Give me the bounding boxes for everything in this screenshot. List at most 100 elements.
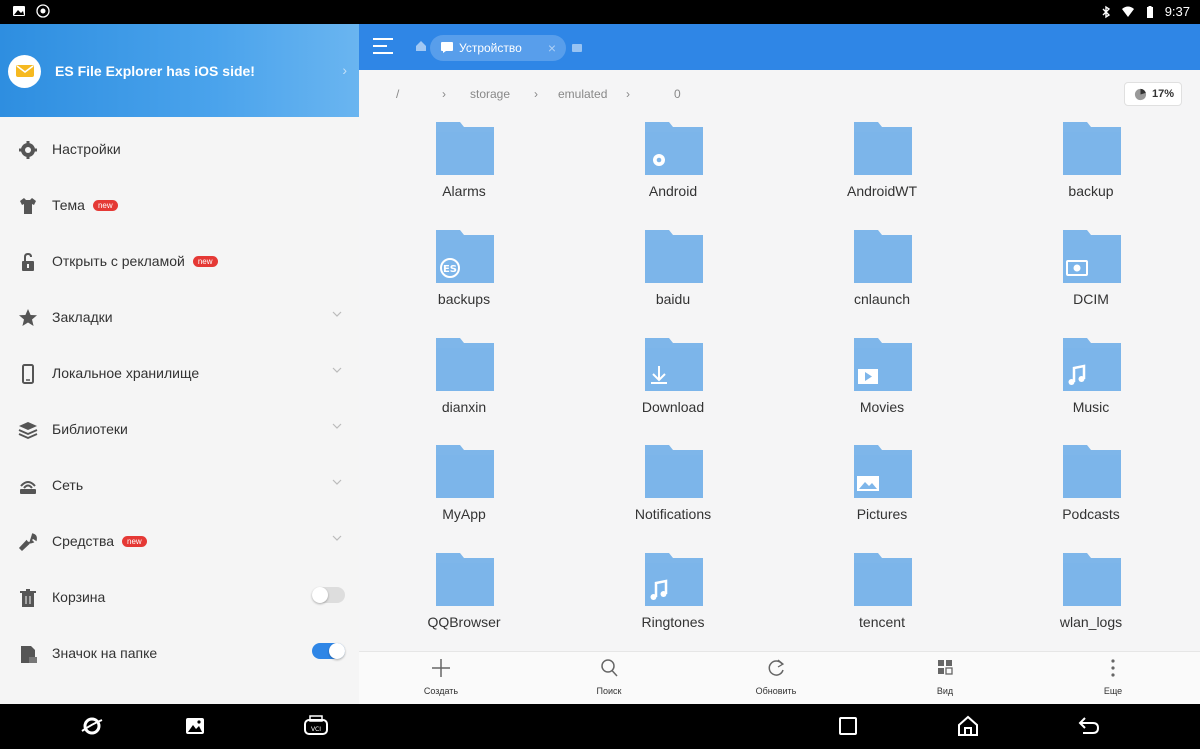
drawer-item-libraries[interactable]: Библиотеки — [0, 402, 359, 458]
folder-badge-toggle[interactable] — [312, 643, 345, 659]
folder-item[interactable]: baidu — [598, 228, 748, 328]
folder-icon — [1063, 122, 1121, 175]
folder-icon — [436, 122, 494, 175]
folder-name: MyApp — [442, 506, 486, 522]
drawer-item-recycle-bin[interactable]: Корзина — [0, 570, 359, 626]
breadcrumb-separator: › — [626, 87, 630, 101]
folder-name: Pictures — [856, 506, 908, 522]
folder-item[interactable]: backup — [1016, 120, 1166, 220]
folder-icon — [854, 230, 912, 283]
chevron-down-icon[interactable] — [331, 476, 343, 488]
breadcrumb-root[interactable]: / — [396, 87, 399, 101]
drawer-item-label: Закладки — [52, 309, 113, 325]
action-plus[interactable]: Создать — [401, 652, 481, 705]
action-refresh[interactable]: Обновить — [736, 652, 816, 705]
layers-icon — [18, 422, 38, 439]
drawer-item-local-storage[interactable]: Локальное хранилище — [0, 346, 359, 402]
home-icon[interactable] — [956, 714, 980, 738]
folder-icon — [436, 338, 494, 391]
folder-name: Download — [641, 399, 705, 415]
folder-name: Podcasts — [1062, 506, 1120, 522]
breadcrumb-storage[interactable]: storage — [470, 87, 510, 101]
folder-name: Ringtones — [641, 614, 705, 630]
search-icon — [601, 659, 618, 677]
drawer-item-network[interactable]: Сеть — [0, 458, 359, 514]
menu-icon[interactable] — [373, 37, 395, 55]
drawer-item-settings[interactable]: Настройки — [0, 122, 359, 178]
svg-text:ES: ES — [443, 264, 457, 275]
plus-icon — [432, 659, 450, 677]
drawer-item-label: Локальное хранилище — [52, 365, 200, 381]
chevron-down-icon[interactable] — [331, 364, 343, 376]
folder-name: Notifications — [634, 506, 712, 522]
close-icon[interactable]: × — [548, 40, 556, 56]
chevron-down-icon[interactable] — [331, 420, 343, 432]
folder-icon — [645, 122, 703, 175]
new-badge: new — [92, 200, 118, 211]
folder-item[interactable]: Ringtones — [598, 551, 748, 651]
folder-item[interactable]: cnlaunch — [807, 228, 957, 328]
drawer-item-open-with-ads[interactable]: Открыть с рекламой new — [0, 234, 359, 290]
folder-tab-icon — [441, 42, 453, 53]
folder-item[interactable]: wlan_logs — [1016, 551, 1166, 651]
folder-item[interactable]: Download — [598, 336, 748, 436]
star-icon — [19, 309, 37, 326]
gear-icon — [653, 154, 665, 166]
play-icon — [858, 369, 878, 384]
folder-item[interactable]: dianxin — [389, 336, 539, 436]
folder-item[interactable]: Music — [1016, 336, 1166, 436]
folder-item[interactable]: Pictures — [807, 443, 957, 543]
drawer-item-label: Настройки — [52, 141, 121, 157]
drawer-item-tools[interactable]: Средства new — [0, 514, 359, 570]
drawer-item-bookmarks[interactable]: Закладки — [0, 290, 359, 346]
gallery-icon[interactable] — [183, 714, 207, 738]
folder-item[interactable]: Movies — [807, 336, 957, 436]
folder-item[interactable]: tencent — [807, 551, 957, 651]
more-vert-icon — [1111, 659, 1115, 677]
vci-icon[interactable]: VCI — [302, 714, 330, 738]
folder-item[interactable]: Notifications — [598, 443, 748, 543]
storage-usage-button[interactable]: 17% — [1124, 82, 1182, 106]
breadcrumb-emulated[interactable]: emulated — [558, 87, 607, 101]
folder-icon — [436, 553, 494, 606]
folder-icon — [854, 553, 912, 606]
folder-item[interactable]: Android — [598, 120, 748, 220]
folder-item[interactable]: ES backups — [389, 228, 539, 328]
action-search[interactable]: Поиск — [569, 652, 649, 705]
back-icon[interactable] — [1077, 714, 1101, 738]
folder-icon — [854, 445, 912, 498]
image-icon — [857, 476, 879, 491]
action-grid-view[interactable]: Вид — [905, 652, 985, 705]
drawer-item-label: Тема new — [52, 197, 118, 213]
action-more-vert[interactable]: Еще — [1073, 652, 1153, 705]
drawer-item-theme[interactable]: Тема new — [0, 178, 359, 234]
browser-icon[interactable] — [80, 714, 104, 738]
drawer-item-folder-badge[interactable]: Значок на папке — [0, 626, 359, 682]
gallery-notification-icon — [13, 6, 25, 16]
folder-name: QQBrowser — [427, 614, 501, 630]
folder-item[interactable]: AndroidWT — [807, 120, 957, 220]
breadcrumb-separator: › — [442, 87, 446, 101]
drawer-item-label: Значок на папке — [52, 645, 158, 661]
wrench-icon — [18, 533, 37, 552]
recycle-bin-toggle[interactable] — [312, 587, 345, 603]
folder-item[interactable]: MyApp — [389, 443, 539, 543]
drawer-item-label: Открыть с рекламой new — [52, 253, 218, 269]
window-tab-icon[interactable] — [572, 44, 582, 52]
storage-percent: 17% — [1152, 88, 1175, 100]
chevron-down-icon[interactable] — [331, 532, 343, 544]
action-label: Поиск — [596, 686, 622, 696]
tab-device[interactable]: Устройство × — [430, 35, 566, 61]
folder-item[interactable]: QQBrowser — [389, 551, 539, 651]
action-label: Обновить — [755, 686, 797, 696]
tab-label: Устройство — [459, 41, 522, 55]
home-tab-icon[interactable] — [415, 40, 427, 52]
folder-icon — [645, 553, 703, 606]
chevron-down-icon[interactable] — [331, 308, 343, 320]
folder-item[interactable]: DCIM — [1016, 228, 1166, 328]
recents-icon[interactable] — [836, 714, 860, 738]
ios-promo-banner[interactable]: ES File Explorer has iOS side! › — [8, 53, 353, 89]
breadcrumb-zero[interactable]: 0 — [674, 87, 681, 101]
folder-item[interactable]: Podcasts — [1016, 443, 1166, 543]
folder-item[interactable]: Alarms — [389, 120, 539, 220]
